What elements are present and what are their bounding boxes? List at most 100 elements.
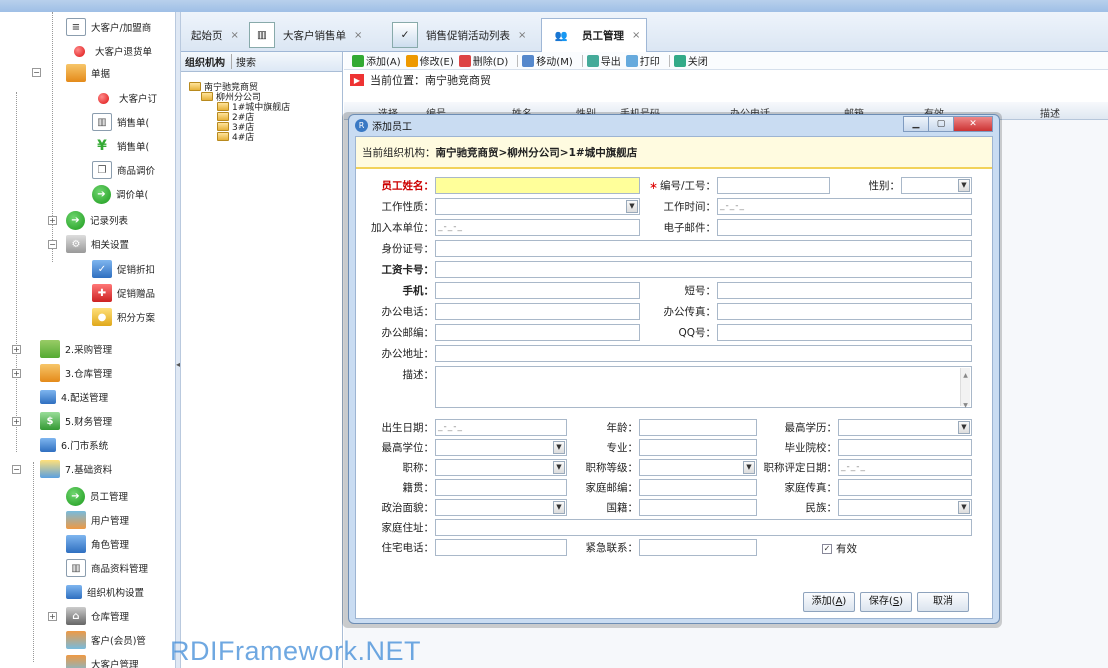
birthday-input[interactable]: _-_-_ — [435, 419, 567, 436]
chevron-down-icon[interactable]: ▼ — [553, 461, 565, 474]
move-button[interactable]: 移动(M) — [522, 53, 573, 68]
short-number-input[interactable] — [717, 282, 972, 299]
sidebar-item-related-settings[interactable]: ⚙ 相关设置 — [66, 233, 129, 255]
office-fax-input[interactable] — [717, 303, 972, 320]
native-place-input[interactable] — [435, 479, 567, 496]
sidebar-item-warehouse-management[interactable]: ⌂ 仓库管理 — [66, 605, 129, 627]
highest-education-select[interactable]: ▼ — [838, 419, 972, 436]
collapse-toggle[interactable]: − — [12, 465, 21, 474]
maximize-button[interactable]: ▢ — [928, 116, 954, 132]
sidebar-item-store-system[interactable]: 6.门市系统 — [40, 434, 108, 456]
expand-toggle[interactable]: + — [48, 216, 57, 225]
sidebar-item-price-adjust[interactable]: ❐ 商品调价 — [92, 159, 155, 181]
close-button[interactable]: 关闭 — [673, 53, 708, 68]
sidebar-item-warehouse[interactable]: 3.仓库管理 — [40, 362, 112, 384]
description-textarea[interactable]: ▲ ▼ — [435, 366, 972, 409]
salary-card-input[interactable] — [435, 261, 972, 278]
employee-name-input[interactable] — [435, 177, 640, 194]
edit-button[interactable]: 修改(E) — [405, 53, 454, 68]
emergency-contact-input[interactable] — [639, 539, 757, 556]
political-status-select[interactable]: ▼ — [435, 499, 567, 516]
sidebar-item-sales-order-2[interactable]: ¥ 销售单( — [92, 135, 149, 157]
close-window-button[interactable]: ✕ — [953, 116, 993, 132]
sidebar-item-employee-management[interactable]: ➔ 员工管理 — [66, 485, 128, 507]
tab-search[interactable]: 搜索 — [231, 54, 256, 69]
sidebar-item-wholesale-member[interactable]: ≡ 大客户/加盟商 — [66, 16, 151, 38]
cancel-button[interactable]: 取消 — [917, 592, 969, 612]
age-input[interactable] — [639, 419, 757, 436]
sidebar-item-finance[interactable]: $ 5.财务管理 — [40, 410, 112, 432]
sidebar-item-distribution[interactable]: 4.配送管理 — [40, 386, 108, 408]
sidebar-item-promo-discount[interactable]: ✓ 促销折扣 — [92, 258, 155, 280]
org-node[interactable]: 4#店 — [217, 130, 254, 143]
dialog-titlebar[interactable]: R 添加员工 — [349, 115, 999, 135]
chevron-down-icon[interactable]: ▼ — [743, 461, 755, 474]
work-type-select[interactable]: ▼ — [435, 198, 640, 215]
tab-employee-management[interactable]: 👥 员工管理 × — [541, 18, 648, 52]
sidebar-item-wholesale-management[interactable]: 大客户管理 — [66, 653, 139, 668]
sidebar-item-record-list[interactable]: ➔ 记录列表 — [66, 209, 128, 231]
sidebar-item-sales-order-1[interactable]: ▥ 销售单( — [92, 111, 149, 133]
tab-org[interactable]: 组织机构 — [185, 54, 225, 69]
employee-code-input[interactable] — [717, 177, 830, 194]
sidebar-item-customer-management[interactable]: 客户(会员)管 — [66, 629, 146, 651]
sidebar-item-product-data[interactable]: ▥ 商品资料管理 — [66, 557, 148, 579]
close-icon[interactable]: × — [518, 30, 526, 41]
close-icon[interactable]: × — [354, 30, 362, 41]
title-date-input[interactable]: _-_-_ — [838, 459, 972, 476]
sidebar-item-wholesale-order[interactable]: 大客户订 — [94, 87, 157, 109]
close-icon[interactable]: × — [632, 30, 640, 41]
ethnic-select[interactable]: ▼ — [838, 499, 972, 516]
close-icon[interactable]: × — [231, 30, 239, 41]
qq-input[interactable] — [717, 324, 972, 341]
expand-toggle[interactable]: + — [12, 345, 21, 354]
collapse-toggle[interactable]: − — [48, 240, 57, 249]
expand-toggle[interactable]: + — [12, 417, 21, 426]
sidebar-item-purchasing[interactable]: 2.采购管理 — [40, 338, 112, 360]
work-time-input[interactable]: _-_-_ — [717, 198, 972, 215]
major-input[interactable] — [639, 439, 757, 456]
sidebar-item-wholesale-return[interactable]: 大客户退货单 — [70, 40, 152, 62]
sidebar-item-user-management[interactable]: 用户管理 — [66, 509, 129, 531]
home-zip-input[interactable] — [639, 479, 757, 496]
sidebar-item-role-management[interactable]: 角色管理 — [66, 533, 129, 555]
tab-wholesale-sales[interactable]: ▥ 大客户销售单 × — [243, 18, 368, 52]
join-date-input[interactable]: _-_-_ — [435, 219, 640, 236]
home-fax-input[interactable] — [838, 479, 972, 496]
print-button[interactable]: 打印 — [625, 53, 660, 68]
highest-degree-select[interactable]: ▼ — [435, 439, 567, 456]
chevron-down-icon[interactable]: ▼ — [958, 501, 970, 514]
sidebar-item-promo-gift[interactable]: ✚ 促销赠品 — [92, 282, 155, 304]
checkbox-checked-icon[interactable]: ✓ — [822, 543, 832, 554]
sidebar-item-basic-data[interactable]: 7.基础资料 — [40, 458, 112, 480]
delete-button[interactable]: 删除(D) — [458, 53, 508, 68]
sidebar-item-points-plan[interactable]: ● 积分方案 — [92, 306, 155, 328]
sidebar-item-price-order[interactable]: ➔ 调价单( — [92, 183, 148, 205]
nationality-input[interactable] — [639, 499, 757, 516]
add-button[interactable]: 添加(A) — [352, 53, 401, 68]
chevron-down-icon[interactable]: ▼ — [958, 179, 970, 192]
expand-toggle[interactable]: + — [48, 612, 57, 621]
add-submit-button[interactable]: 添加(A) — [803, 592, 855, 612]
chevron-down-icon[interactable]: ▼ — [553, 441, 565, 454]
mobile-input[interactable] — [435, 282, 640, 299]
email-input[interactable] — [717, 219, 972, 236]
home-phone-input[interactable] — [435, 539, 567, 556]
school-input[interactable] — [838, 439, 972, 456]
expand-toggle[interactable]: + — [12, 369, 21, 378]
sidebar-item-org-settings[interactable]: 组织机构设置 — [66, 581, 144, 603]
title-select[interactable]: ▼ — [435, 459, 567, 476]
home-address-input[interactable] — [435, 519, 972, 536]
textarea-scrollbar[interactable]: ▲ ▼ — [960, 368, 970, 409]
export-button[interactable]: 导出 — [586, 53, 621, 68]
chevron-down-icon[interactable]: ▼ — [626, 200, 638, 213]
minimize-button[interactable]: ▁ — [903, 116, 929, 132]
sidebar-item-documents[interactable]: 单据 — [66, 62, 110, 84]
column-header[interactable]: 描述 — [1040, 105, 1060, 120]
tab-home[interactable]: 起始页 × — [185, 18, 245, 52]
chevron-down-icon[interactable]: ▼ — [958, 421, 970, 434]
splitter-arrow-icon[interactable]: ◂ — [176, 360, 180, 400]
save-button[interactable]: 保存(S) — [860, 592, 912, 612]
chevron-down-icon[interactable]: ▼ — [553, 501, 565, 514]
title-level-select[interactable]: ▼ — [639, 459, 757, 476]
